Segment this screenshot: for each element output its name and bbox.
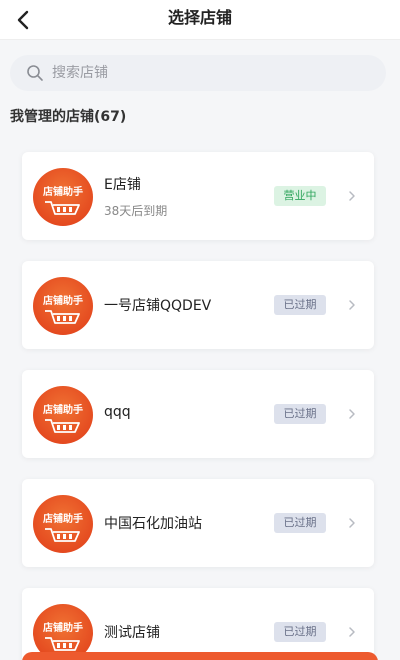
bottom-action-bar[interactable] bbox=[22, 652, 378, 660]
chevron-right-icon bbox=[349, 627, 355, 637]
shop-card[interactable]: 店铺助手 一号店铺QQDEV 已过期 bbox=[22, 261, 374, 349]
search-icon bbox=[27, 65, 43, 81]
nav-bar: 选择店铺 bbox=[0, 0, 400, 40]
avatar-label: 店铺助手 bbox=[43, 623, 83, 634]
shop-avatar: 店铺助手 bbox=[33, 168, 93, 226]
status-badge: 已过期 bbox=[274, 513, 326, 533]
status-badge: 已过期 bbox=[274, 404, 326, 424]
shop-avatar: 店铺助手 bbox=[33, 386, 93, 444]
chevron-right-icon bbox=[349, 191, 355, 201]
chevron-right-icon bbox=[349, 518, 355, 528]
shop-card[interactable]: 店铺助手 qqq 已过期 bbox=[22, 370, 374, 458]
avatar-label: 店铺助手 bbox=[43, 514, 83, 525]
chevron-right-icon bbox=[349, 409, 355, 419]
shop-name: qqq bbox=[104, 404, 131, 420]
avatar-label: 店铺助手 bbox=[43, 187, 83, 198]
status-badge: 营业中 bbox=[274, 186, 326, 206]
search-bar[interactable] bbox=[10, 55, 386, 91]
cart-icon bbox=[45, 201, 80, 215]
shop-avatar: 店铺助手 bbox=[33, 495, 93, 553]
page-title: 选择店铺 bbox=[167, 8, 232, 27]
shop-name: 一号店铺QQDEV bbox=[104, 298, 212, 314]
cart-icon bbox=[45, 528, 80, 542]
shop-card[interactable]: 店铺助手 E店铺 38天后到期 营业中 bbox=[22, 152, 374, 240]
shop-name: 中国石化加油站 bbox=[104, 516, 202, 532]
shop-name: 测试店铺 bbox=[104, 625, 160, 641]
avatar-label: 店铺助手 bbox=[43, 296, 83, 307]
section-title: 我管理的店铺(67) bbox=[10, 109, 127, 125]
shop-name: E店铺 bbox=[104, 177, 141, 193]
avatar-label: 店铺助手 bbox=[43, 405, 83, 416]
shop-expiry: 38天后到期 bbox=[104, 204, 168, 218]
search-input[interactable] bbox=[52, 55, 372, 91]
cart-icon bbox=[45, 310, 80, 324]
status-badge: 已过期 bbox=[274, 295, 326, 315]
screen: 选择店铺 我管理的店铺(67) 店铺助手 E店铺 38天后到期 营业中 店铺助手 bbox=[0, 0, 400, 660]
chevron-right-icon bbox=[349, 300, 355, 310]
status-badge: 已过期 bbox=[274, 622, 326, 642]
shop-card[interactable]: 店铺助手 中国石化加油站 已过期 bbox=[22, 479, 374, 567]
shop-card[interactable]: 店铺助手 测试店铺 已过期 bbox=[22, 588, 374, 660]
shop-avatar: 店铺助手 bbox=[33, 277, 93, 335]
cart-icon bbox=[45, 419, 80, 433]
